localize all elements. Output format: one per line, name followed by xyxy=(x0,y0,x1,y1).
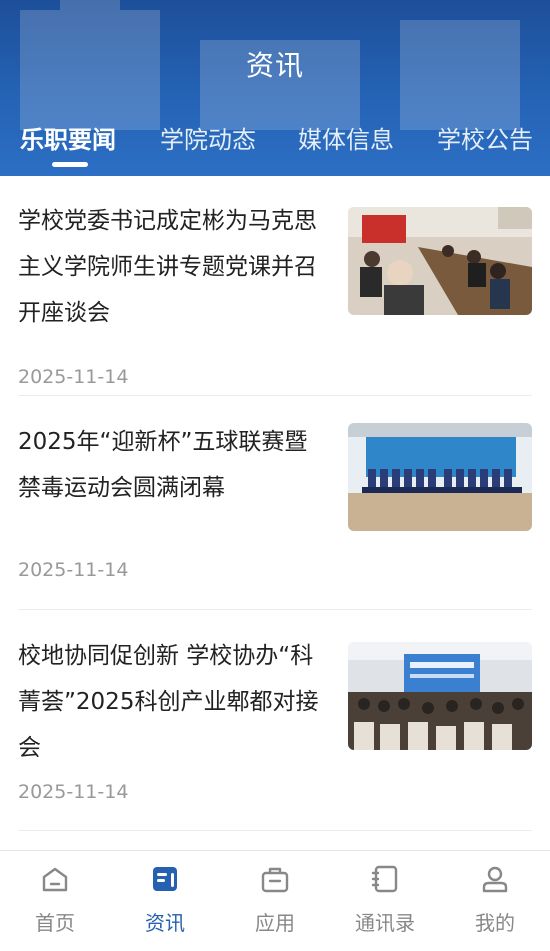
tabbar-item-contacts[interactable]: 通讯录 xyxy=(330,851,440,951)
news-thumbnail xyxy=(348,207,532,315)
news-title: 校地协同促创新 学校协办“科菁荟”2025科创产业郫都对接会 xyxy=(18,643,319,761)
news-date: 2025-11-14 xyxy=(18,781,129,803)
user-icon xyxy=(482,866,508,893)
news-thumbnail xyxy=(348,642,532,750)
news-date: 2025-11-14 xyxy=(18,366,129,388)
tabbar-label: 应用 xyxy=(255,911,295,935)
news-icon xyxy=(153,867,177,891)
header: 资讯 乐职要闻 学院动态 媒体信息 学校公告 xyxy=(0,0,550,176)
tabbar-item-home[interactable]: 首页 xyxy=(0,851,110,951)
tabbar-label: 我的 xyxy=(475,911,515,935)
tab-school-notices[interactable]: 学校公告 xyxy=(437,120,533,155)
bottom-tab-bar: 首页 资讯 应用 通讯录 我的 xyxy=(0,850,550,950)
news-date: 2025-11-14 xyxy=(18,559,129,581)
news-item[interactable]: 校地协同促创新 学校协办“科菁荟”2025科创产业郫都对接会 2025-11-1… xyxy=(18,633,532,831)
tabbar-label: 通讯录 xyxy=(355,911,415,935)
item-divider xyxy=(18,830,532,831)
tabbar-item-mine[interactable]: 我的 xyxy=(440,851,550,951)
tab-college-updates[interactable]: 学院动态 xyxy=(160,120,256,155)
tabbar-item-apps[interactable]: 应用 xyxy=(220,851,330,951)
item-divider xyxy=(18,395,532,396)
home-icon xyxy=(42,867,68,892)
news-title: 2025年“迎新杯”五球联赛暨禁毒运动会圆满闭幕 xyxy=(18,429,308,501)
news-thumbnail xyxy=(348,423,532,531)
news-list: 学校党委书记成定彬为马克思主义学院师生讲专题党课并召开座谈会 2025-11-1… xyxy=(0,176,550,850)
briefcase-icon xyxy=(261,867,289,893)
news-item[interactable]: 2025年“迎新杯”五球联赛暨禁毒运动会圆满闭幕 2025-11-14 xyxy=(18,419,532,610)
item-divider xyxy=(18,609,532,610)
page-title: 资讯 xyxy=(245,49,304,82)
news-title: 学校党委书记成定彬为马克思主义学院师生讲专题党课并召开座谈会 xyxy=(18,208,317,326)
tabbar-item-news[interactable]: 资讯 xyxy=(110,851,220,951)
tabbar-label: 资讯 xyxy=(145,911,185,935)
category-tabs: 乐职要闻 学院动态 媒体信息 学校公告 xyxy=(0,116,550,176)
tab-lezhi-news[interactable]: 乐职要闻 xyxy=(20,120,116,155)
active-tab-indicator xyxy=(52,162,88,167)
tabbar-label: 首页 xyxy=(35,911,75,935)
news-item[interactable]: 学校党委书记成定彬为马克思主义学院师生讲专题党课并召开座谈会 2025-11-1… xyxy=(18,198,532,396)
contacts-book-icon xyxy=(371,865,398,893)
tab-media-info[interactable]: 媒体信息 xyxy=(298,120,394,155)
